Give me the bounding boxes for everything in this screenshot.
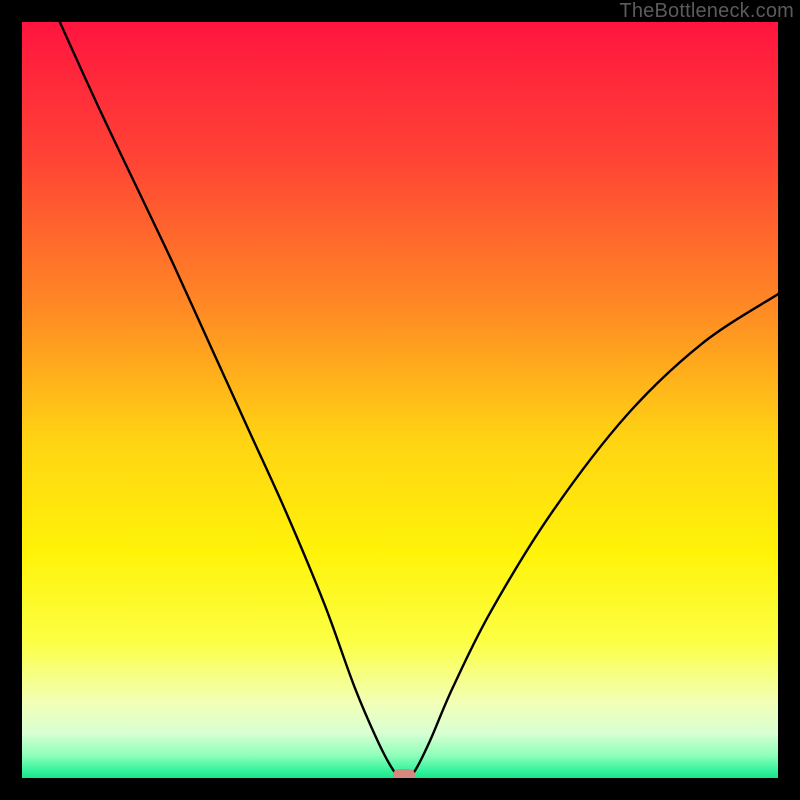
chart-frame: TheBottleneck.com bbox=[0, 0, 800, 800]
bottleneck-curve bbox=[22, 22, 778, 778]
optimal-point-marker bbox=[393, 769, 415, 778]
watermark-text: TheBottleneck.com bbox=[619, 0, 794, 23]
plot-area bbox=[22, 22, 778, 778]
